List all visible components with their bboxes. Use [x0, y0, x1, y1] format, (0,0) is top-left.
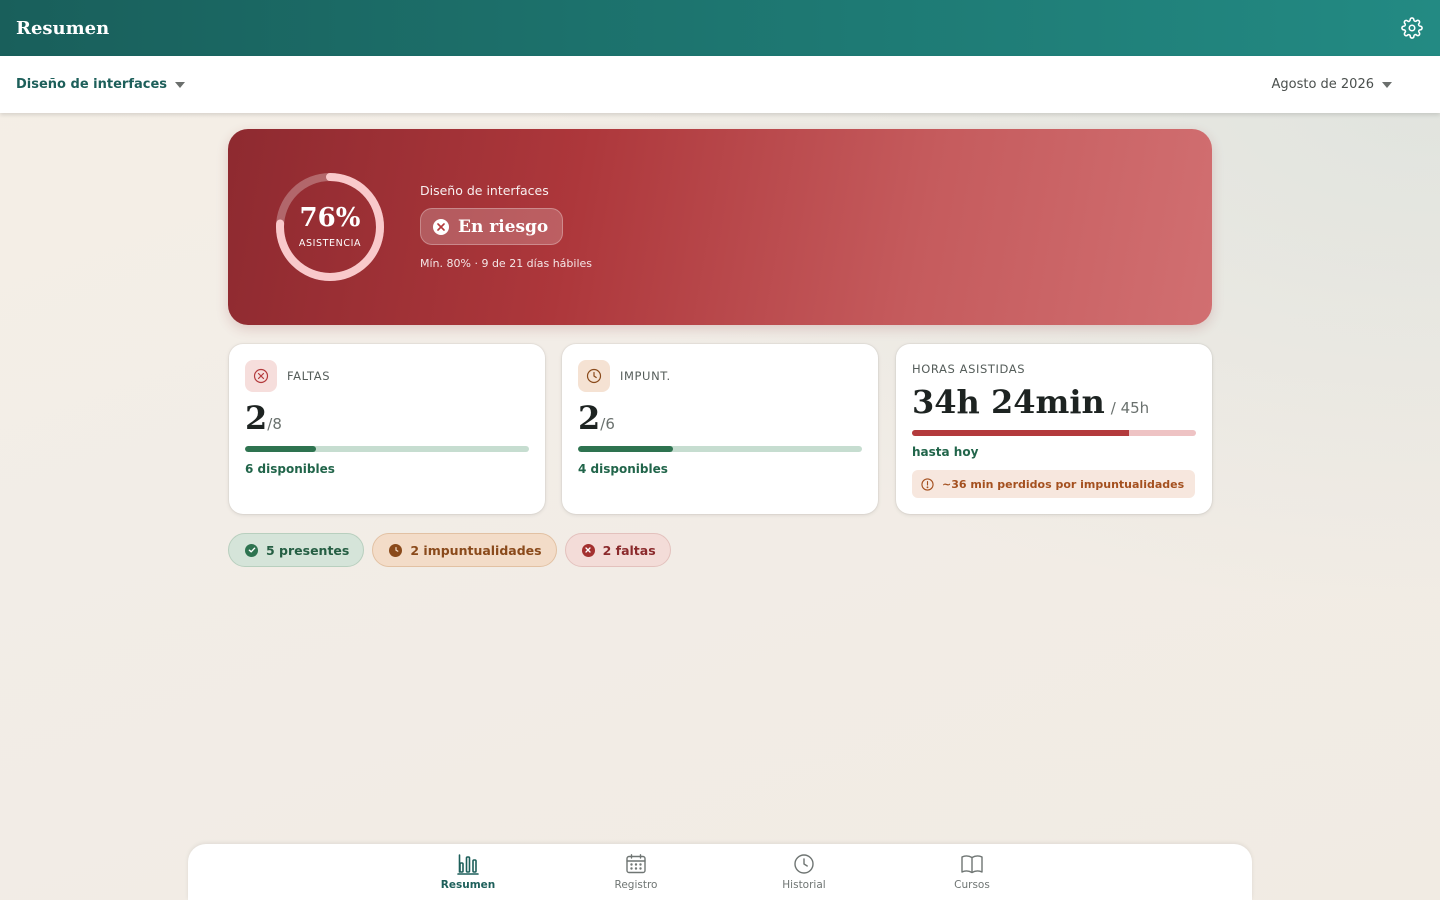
absences-count: 2 — [245, 399, 268, 437]
chevron-down-icon — [175, 81, 186, 88]
late-chip-label: 2 impuntualidades — [410, 542, 542, 558]
month-select[interactable]: Agosto de 2026 — [1271, 77, 1392, 92]
app-bar: Resumen — [0, 0, 1440, 56]
absences-progress-bar — [245, 446, 529, 452]
nav-label-resumen: Resumen — [440, 879, 496, 891]
lateness-available: 4 disponibles — [578, 462, 668, 476]
clock-icon — [794, 854, 814, 874]
absences-progress-fill — [245, 446, 316, 452]
bar-chart-icon — [457, 854, 479, 875]
nav-item-resumen[interactable]: Resumen — [418, 853, 518, 891]
nav-label-cursos: Cursos — [954, 879, 990, 891]
nav-label-registro: Registro — [614, 879, 658, 891]
month-select-value: Agosto de 2026 — [1271, 77, 1374, 92]
lateness-count: 2 — [578, 399, 601, 437]
clock-icon — [586, 368, 602, 384]
lost-time-text: ~36 min perdidos por impuntualidades — [942, 477, 1185, 491]
gear-icon — [1401, 17, 1423, 39]
settings-button[interactable] — [1400, 16, 1424, 40]
course-select[interactable]: Diseño de interfaces — [16, 77, 186, 92]
nav-item-registro[interactable]: Registro — [586, 853, 686, 891]
late-chip[interactable]: 2 impuntualidades — [372, 533, 557, 567]
status-badge: En riesgo — [420, 208, 564, 245]
bottom-navigation: Resumen Registro Historial Cursos — [188, 844, 1252, 900]
lateness-limit: /6 — [600, 415, 615, 433]
absent-chip-label: 2 faltas — [602, 542, 656, 558]
absences-limit: /8 — [267, 415, 282, 433]
page-title: Resumen — [16, 17, 110, 39]
x-circle-icon — [581, 543, 595, 557]
attendance-chips: 5 presentes 2 impuntualidades 2 faltas — [228, 533, 671, 567]
chevron-down-icon — [1382, 81, 1392, 88]
hours-title: HORAS ASISTIDAS — [912, 362, 1026, 376]
lost-time-notice: ~36 min perdidos por impuntualidades — [912, 470, 1195, 498]
absences-icon-box — [245, 360, 277, 392]
attendance-summary-card: 76% ASISTENCIA Diseño de interfaces En r… — [228, 129, 1212, 325]
attendance-percentage: 76% — [299, 203, 361, 233]
hours-progress-fill — [912, 430, 1129, 436]
book-open-icon — [961, 855, 983, 874]
hours-progress-bar — [912, 430, 1196, 436]
filter-bar: Diseño de interfaces Agosto de 2026 — [0, 56, 1440, 113]
attendance-requirement: Mín. 80% · 9 de 21 días hábiles — [420, 257, 592, 270]
lateness-icon-box — [578, 360, 610, 392]
present-chip[interactable]: 5 presentes — [228, 533, 365, 567]
check-circle-icon — [245, 543, 258, 557]
absences-available: 6 disponibles — [245, 462, 335, 476]
present-chip-label: 5 presentes — [266, 542, 350, 558]
course-select-value: Diseño de interfaces — [16, 77, 168, 92]
calendar-icon — [626, 854, 646, 874]
nav-item-cursos[interactable]: Cursos — [922, 853, 1022, 891]
lateness-progress-bar — [578, 446, 862, 452]
absent-chip[interactable]: 2 faltas — [564, 533, 671, 567]
lateness-card: IMPUNT. 2 /6 4 disponibles — [562, 344, 878, 514]
nav-item-historial[interactable]: Historial — [754, 853, 854, 891]
alert-circle-icon — [921, 477, 934, 491]
x-circle-icon — [253, 368, 269, 384]
attendance-label: ASISTENCIA — [298, 238, 362, 249]
hours-card: HORAS ASISTIDAS 34h 24min / 45h hasta ho… — [896, 344, 1212, 514]
absences-card: FALTAS 2 /8 6 disponibles — [229, 344, 545, 514]
hero-course-name: Diseño de interfaces — [420, 183, 549, 198]
nav-label-historial: Historial — [782, 879, 826, 891]
close-circle-icon — [433, 218, 449, 235]
hours-until-label: hasta hoy — [912, 445, 979, 459]
lateness-progress-fill — [578, 446, 673, 452]
clock-icon — [389, 543, 403, 557]
hours-attended: 34h 24min — [912, 383, 1105, 421]
status-label: En riesgo — [458, 216, 549, 237]
lateness-title: IMPUNT. — [620, 369, 671, 383]
attendance-ring: 76% ASISTENCIA — [274, 171, 386, 283]
absences-title: FALTAS — [287, 369, 331, 383]
hours-total: / 45h — [1110, 399, 1150, 417]
